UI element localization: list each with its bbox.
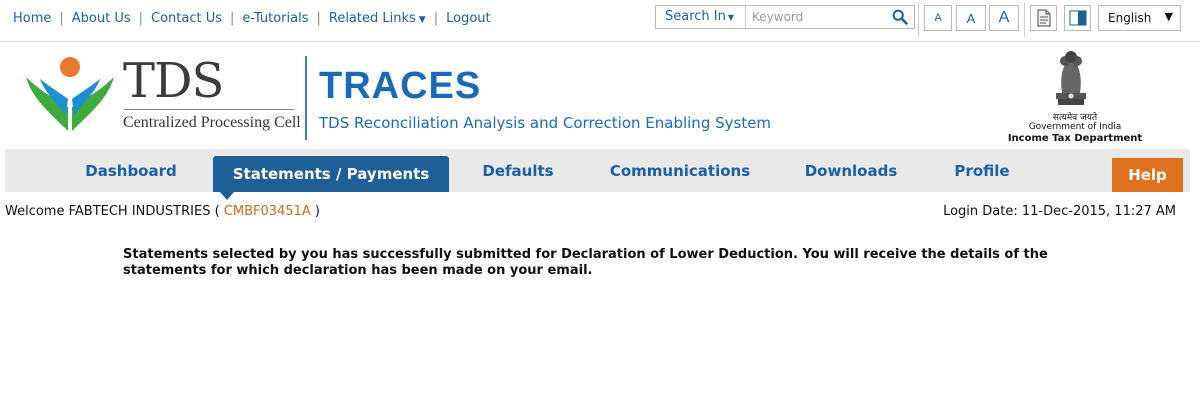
income-tax-department-label: Income Tax Department: [1007, 133, 1143, 144]
font-large-button[interactable]: A: [989, 5, 1019, 31]
separator: |: [138, 11, 144, 26]
traces-title: TRACES: [319, 65, 482, 107]
language-selected: English: [1108, 11, 1152, 25]
document-icon: [1036, 9, 1051, 27]
contrast-button[interactable]: [1064, 5, 1091, 31]
search-scope-dropdown[interactable]: Search In ▼: [656, 6, 746, 28]
nav-statements-payments[interactable]: Statements / Payments: [213, 156, 449, 192]
nav-communications[interactable]: Communications: [609, 149, 751, 192]
language-select[interactable]: English ▼: [1098, 5, 1181, 31]
logout-link[interactable]: Logout: [446, 11, 491, 26]
welcome-message: Welcome FABTECH INDUSTRIES ( CMBF03451A …: [5, 204, 320, 219]
search-icon[interactable]: [892, 9, 908, 25]
font-medium-button[interactable]: A: [956, 5, 986, 31]
nav-downloads[interactable]: Downloads: [805, 149, 898, 192]
header-divider: [305, 56, 307, 140]
welcome-suffix: ): [314, 204, 320, 219]
related-links-label: Related Links: [328, 11, 416, 26]
tds-logo-text: TDS: [123, 53, 224, 109]
keyword-input[interactable]: [746, 6, 886, 28]
toolbar-divider: [1024, 3, 1025, 37]
print-button[interactable]: [1030, 5, 1057, 31]
tds-subtitle: Centralized Processing Cell: [123, 114, 301, 131]
tan-number: CMBF03451A: [223, 204, 311, 219]
separator: |: [433, 11, 439, 26]
separator: |: [230, 11, 235, 26]
site-header: TDS Centralized Processing Cell TRACES T…: [0, 43, 1200, 149]
about-us-link[interactable]: About Us: [72, 11, 131, 26]
logo-underline: [124, 109, 294, 110]
top-utility-bar: Home | About Us | Contact Us | e-Tutoria…: [0, 0, 1200, 42]
government-of-india-label: Government of India: [1028, 122, 1122, 132]
help-button[interactable]: Help: [1112, 158, 1183, 192]
nav-defaults[interactable]: Defaults: [482, 149, 553, 192]
contrast-icon: [1069, 10, 1086, 26]
top-links: Home | About Us | Contact Us | e-Tutoria…: [13, 11, 491, 26]
separator: |: [316, 11, 321, 26]
related-links-dropdown[interactable]: Related Links ▼: [329, 11, 426, 26]
traces-subtitle: TDS Reconciliation Analysis and Correcti…: [319, 114, 772, 132]
main-navigation: Dashboard Statements / Payments Defaults…: [5, 149, 1190, 192]
caret-down-icon: ▼: [1164, 10, 1173, 23]
caret-down-icon: ▼: [727, 13, 735, 22]
caret-down-icon: ▼: [418, 15, 426, 25]
tds-logo-icon[interactable]: [22, 55, 118, 133]
e-tutorials-link[interactable]: e-Tutorials: [242, 11, 308, 26]
search-box: Search In ▼: [655, 5, 915, 29]
active-tab-pointer-icon: [220, 192, 234, 200]
nav-dashboard[interactable]: Dashboard: [85, 149, 176, 192]
success-message: Statements selected by you has successfu…: [123, 247, 1048, 278]
separator: |: [59, 11, 64, 26]
welcome-prefix: Welcome FABTECH INDUSTRIES (: [5, 204, 220, 219]
search-scope-label: Search In: [665, 9, 726, 24]
nav-profile[interactable]: Profile: [953, 149, 1011, 192]
home-link[interactable]: Home: [13, 11, 51, 26]
login-date: Login Date: 11-Dec-2015, 11:27 AM: [943, 204, 1176, 219]
toolbar-divider: [918, 3, 919, 37]
national-emblem-icon: [1056, 51, 1086, 105]
font-small-button[interactable]: A: [924, 5, 952, 31]
contact-us-link[interactable]: Contact Us: [151, 11, 222, 26]
